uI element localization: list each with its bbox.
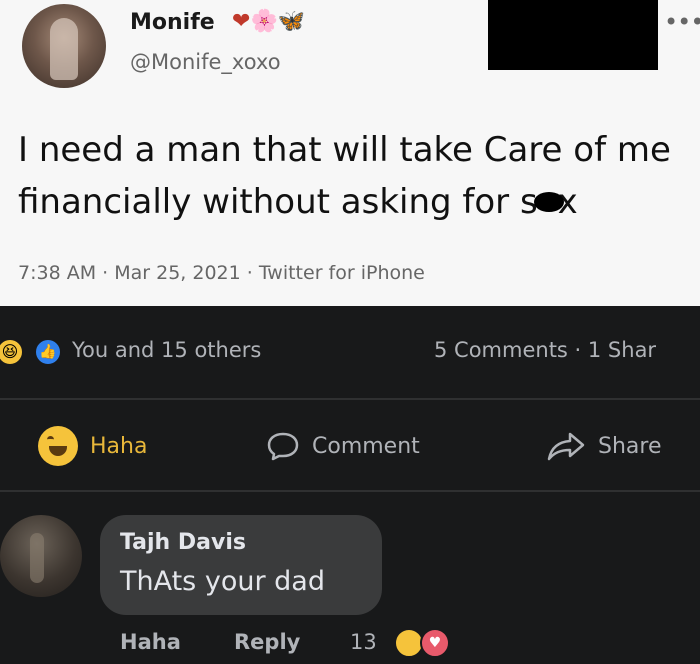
tweet-screenshot: Monife ❤🌸🦋 @Monife_xoxo ••• I need a man… xyxy=(0,0,700,306)
comments-shares-count[interactable]: 5 Comments · 1 Shar xyxy=(434,338,656,362)
commenter-avatar[interactable] xyxy=(0,515,82,597)
comment-reply-link[interactable]: Reply xyxy=(234,630,300,654)
comment-text: ThAts your dad xyxy=(120,566,325,597)
name-emojis: ❤🌸🦋 xyxy=(232,8,305,36)
comment-heart-icon: ♥ xyxy=(420,628,450,658)
like-reaction-icon: 👍 xyxy=(34,338,62,366)
haha-icon xyxy=(38,426,78,466)
haha-button[interactable]: Haha xyxy=(38,424,147,468)
comment-label: Comment xyxy=(312,433,420,459)
tweet-meta: 7:38 AM · Mar 25, 2021 · Twitter for iPh… xyxy=(18,262,425,284)
share-button[interactable]: Share xyxy=(546,424,662,468)
comment-button[interactable]: Comment xyxy=(266,424,420,468)
more-dots-icon[interactable]: ••• xyxy=(664,8,700,36)
comment-icon xyxy=(267,432,299,461)
redaction-box xyxy=(488,0,658,70)
share-label: Share xyxy=(598,433,662,459)
comment-reaction-count: 13 xyxy=(350,630,377,654)
haha-label: Haha xyxy=(90,433,148,459)
share-icon xyxy=(547,432,585,461)
tweet-text: I need a man that will take Care of me f… xyxy=(18,124,688,228)
tweet-author-name: Monife xyxy=(130,10,215,35)
flower-icon: 🌸 xyxy=(250,9,278,34)
divider xyxy=(0,490,700,492)
comment-haha-link[interactable]: Haha xyxy=(120,630,181,654)
tweet-avatar xyxy=(22,4,106,88)
butterfly-icon: 🦋 xyxy=(277,9,306,34)
commenter-name[interactable]: Tajh Davis xyxy=(120,530,246,555)
divider xyxy=(0,398,700,400)
haha-reaction-icon: 😆 xyxy=(0,338,24,366)
heart-icon: ❤ xyxy=(232,9,251,34)
post-stats: 😆 👍 You and 15 others 5 Comments · 1 Sha… xyxy=(0,330,700,374)
censor-blob xyxy=(533,191,564,212)
tweet-handle: @Monife_xoxo xyxy=(130,50,281,74)
reactions-summary[interactable]: You and 15 others xyxy=(72,338,261,362)
